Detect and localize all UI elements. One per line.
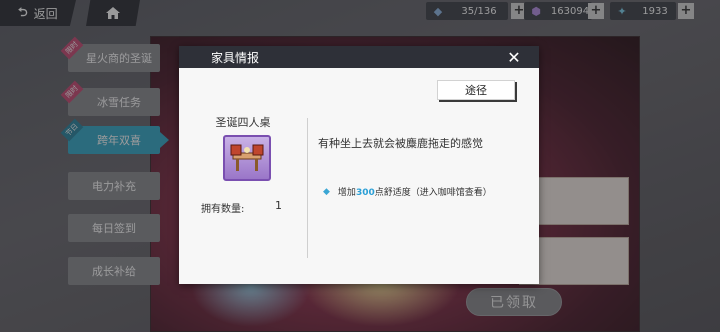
effect-suffix: 点舒适度（进入咖啡馆查看） <box>374 188 492 198</box>
source-button[interactable]: 途径 <box>437 80 515 100</box>
comfort-effect: ◆ 增加300点舒适度（进入咖啡馆查看） <box>323 185 492 199</box>
item-description: 有种坐上去就会被麋鹿拖走的感觉 <box>318 137 483 150</box>
diamond-bullet-icon: ◆ <box>323 186 330 197</box>
furniture-icon <box>223 135 271 181</box>
close-icon: ✕ <box>507 47 521 67</box>
owned-count-label: 拥有数量: <box>201 204 245 215</box>
furniture-info-dialog: 家具情报 ✕ 途径 圣诞四人桌 拥有数量: 1 有种坐上去就会被麋鹿拖走的感觉 … <box>179 46 539 284</box>
dialog-title: 家具情报 <box>211 50 260 65</box>
christmas-table-icon <box>230 144 264 171</box>
effect-prefix: 增加 <box>337 188 356 198</box>
dialog-body: 途径 圣诞四人桌 拥有数量: 1 有种坐上去就会被麋鹿拖走的感觉 ◆ 增加300… <box>179 68 539 284</box>
owned-count-value: 1 <box>275 199 282 212</box>
item-name: 圣诞四人桌 <box>215 116 271 129</box>
effect-value: 300 <box>355 188 375 198</box>
close-button[interactable]: ✕ <box>503 46 525 68</box>
dialog-header: 家具情报 ✕ <box>179 46 539 68</box>
divider <box>307 118 308 258</box>
